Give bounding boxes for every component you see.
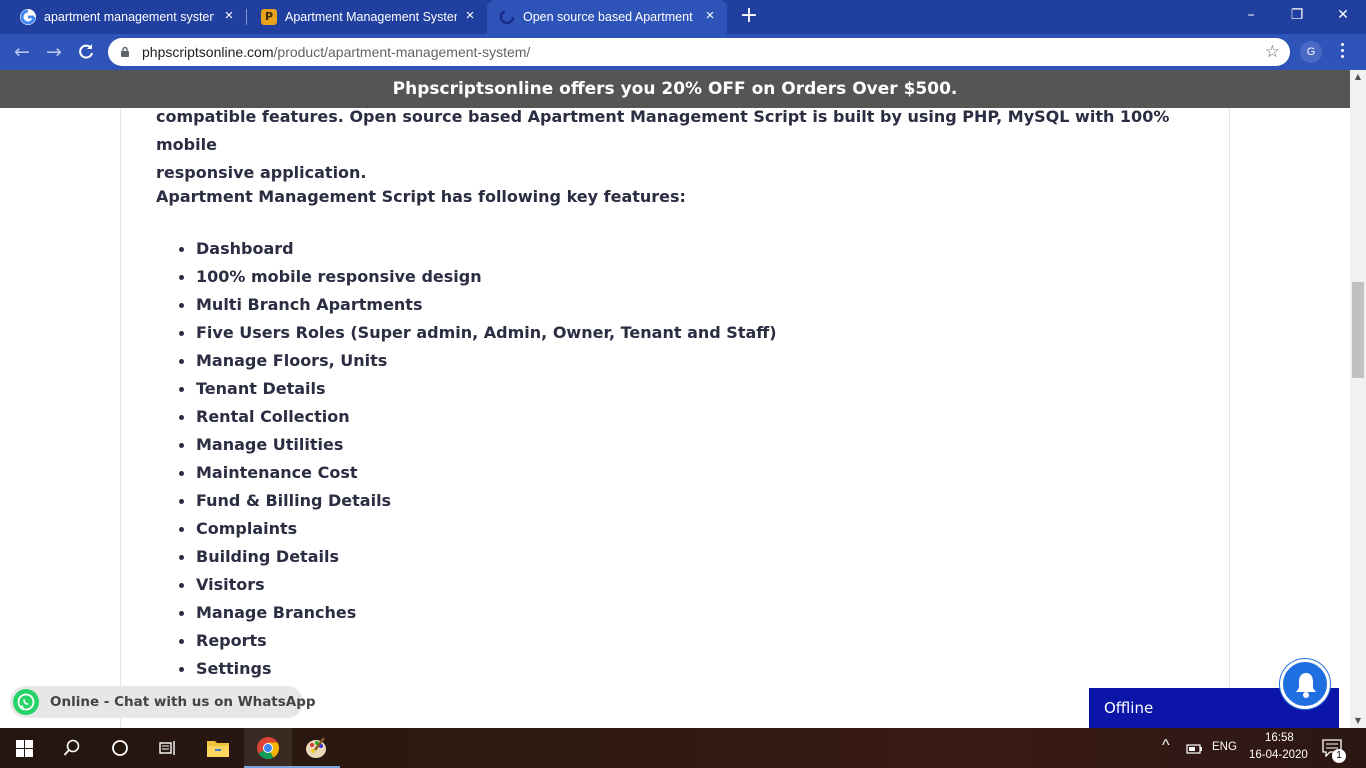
browser-toolbar: ← → phpscriptsonline.com/product/apartme… [0,34,1366,70]
tab-title: apartment management system p [44,10,214,24]
close-tab-icon[interactable]: × [222,8,236,23]
paint-icon[interactable] [292,728,340,768]
reload-icon[interactable] [74,40,98,64]
tab-google-search[interactable]: apartment management system p × [0,0,246,34]
bookmark-star-icon[interactable]: ☆ [1265,42,1280,62]
feature-item: Visitors [179,571,777,599]
feature-item: Building Details [179,543,777,571]
notification-bell-button[interactable] [1280,659,1330,709]
feature-item: Tenant Details [179,375,777,403]
feature-item: Manage Branches [179,599,777,627]
scroll-up-icon[interactable]: ▲ [1350,70,1366,84]
new-tab-button[interactable]: + [738,5,760,27]
feature-item: Settings [179,655,777,683]
clock-date[interactable]: 16-04-2020 [1249,749,1308,761]
browser-menu-icon[interactable] [1336,40,1348,64]
language-indicator[interactable]: ENG [1212,741,1237,753]
windows-taskbar: ^ ENG 16:58 16-04-2020 1 [0,728,1366,768]
feature-item: Multi Branch Apartments [179,291,777,319]
feature-item: Dashboard [179,235,777,263]
phpscripts-p-icon: P [261,9,277,25]
search-icon[interactable] [48,728,96,768]
whatsapp-chat-label: Online - Chat with us on WhatsApp [50,694,316,710]
restore-button[interactable]: ❐ [1274,0,1320,30]
profile-avatar[interactable]: G [1300,41,1322,63]
lock-icon [121,46,129,57]
file-explorer-icon[interactable] [194,728,242,768]
tab-title: Open source based Apartment M [523,10,697,24]
features-list: Dashboard 100% mobile responsive design … [156,235,777,683]
tab-apartment-management[interactable]: P Apartment Management System × [247,0,487,34]
address-bar[interactable]: phpscriptsonline.com/product/apartment-m… [108,38,1290,66]
bell-icon [1296,673,1316,698]
feature-item: Manage Floors, Units [179,347,777,375]
whatsapp-icon [13,689,39,715]
page-scrollbar[interactable]: ▲ ▼ [1350,70,1366,728]
minimize-button[interactable]: – [1228,0,1274,30]
url-text: phpscriptsonline.com/product/apartment-m… [142,44,530,60]
show-hidden-icons-icon[interactable]: ^ [1162,737,1170,755]
url-domain: phpscriptsonline.com [142,44,274,60]
tab-title: Apartment Management System [285,10,457,24]
chrome-icon[interactable] [244,728,292,768]
close-tab-icon[interactable]: × [463,8,477,23]
close-tab-icon[interactable]: × [703,8,717,23]
tab-open-source-apartment[interactable]: Open source based Apartment M × [487,0,727,34]
task-view-icon[interactable] [144,728,192,768]
features-heading: Apartment Management Script has followin… [156,187,686,206]
notification-count-badge: 1 [1332,749,1346,763]
feature-item: Manage Utilities [179,431,777,459]
loading-spinner-icon [499,9,515,25]
feature-item: Five Users Roles (Super admin, Admin, Ow… [179,319,777,347]
feature-item: Rental Collection [179,403,777,431]
feature-item: Fund & Billing Details [179,487,777,515]
feature-item: Maintenance Cost [179,459,777,487]
clock-time[interactable]: 16:58 [1265,732,1294,744]
scrollbar-thumb[interactable] [1352,282,1364,378]
google-g-icon [20,9,36,25]
battery-plug-icon[interactable] [1186,741,1204,760]
scroll-down-icon[interactable]: ▼ [1350,714,1366,728]
cortana-icon[interactable] [96,728,144,768]
browser-tab-strip: apartment management system p × P Apartm… [0,0,1366,34]
close-window-button[interactable]: ✕ [1320,0,1366,30]
windows-start-icon[interactable] [0,728,48,768]
feature-item: 100% mobile responsive design [179,263,777,291]
feature-item: Reports [179,627,777,655]
url-path: /product/apartment-management-system/ [273,44,531,60]
forward-arrow-icon[interactable]: → [42,40,66,64]
back-arrow-icon[interactable]: ← [10,40,34,64]
whatsapp-chat-button[interactable]: Online - Chat with us on WhatsApp [10,686,316,718]
feature-item: Complaints [179,515,777,543]
intro-paragraph: compatible features. Open source based A… [156,103,1196,187]
intro-line: compatible features. Open source based A… [156,107,1170,154]
